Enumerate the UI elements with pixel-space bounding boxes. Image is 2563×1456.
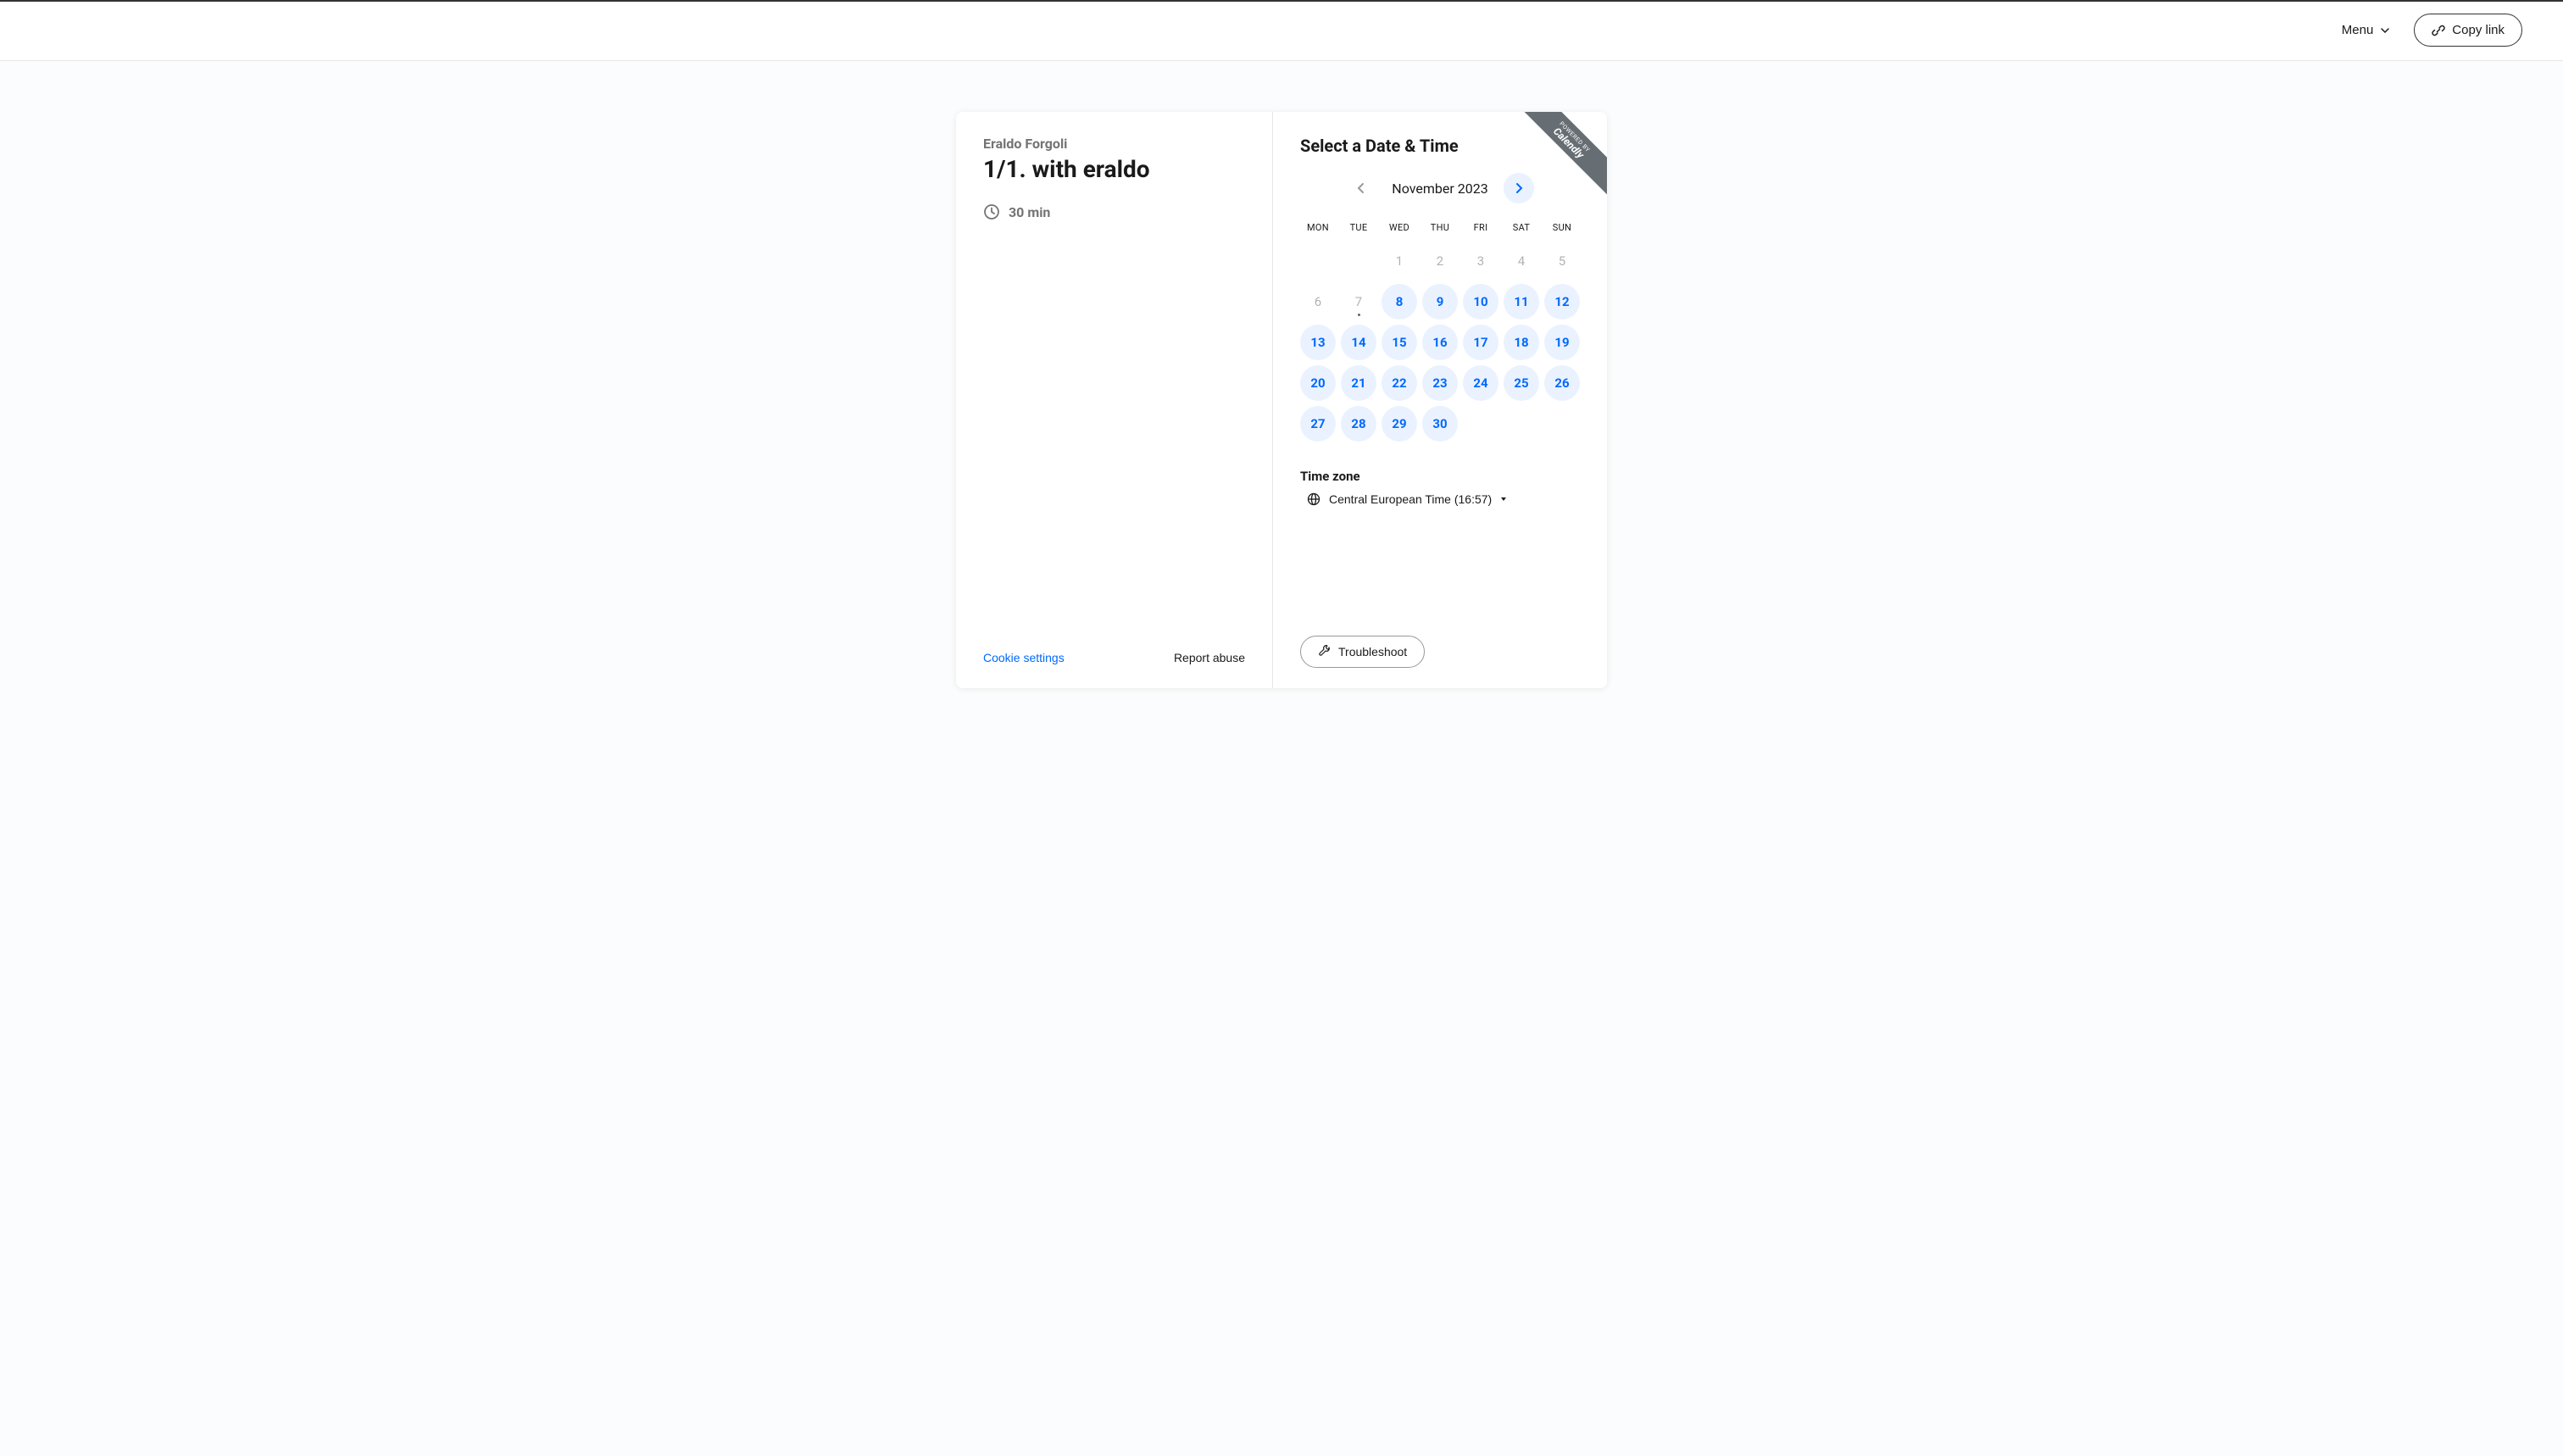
topbar-border	[0, 0, 2563, 2]
clock-icon	[983, 203, 1000, 220]
day-23[interactable]: 23	[1422, 365, 1458, 401]
day-header: THU	[1422, 217, 1458, 238]
calendar-grid: MONTUEWEDTHUFRISATSUN1234567891011121314…	[1300, 217, 1580, 442]
host-name: Eraldo Forgoli	[983, 136, 1245, 152]
select-date-title: Select a Date & Time	[1300, 136, 1580, 156]
day-12[interactable]: 12	[1544, 284, 1580, 320]
main-container: Eraldo Forgoli 1/1. with eraldo 30 min C…	[0, 61, 2563, 722]
booking-card: Eraldo Forgoli 1/1. with eraldo 30 min C…	[956, 112, 1607, 688]
day-24[interactable]: 24	[1463, 365, 1498, 401]
timezone-value: Central European Time (16:57)	[1329, 492, 1492, 506]
date-picker-panel: Select a Date & Time November 2023 MONTU…	[1273, 112, 1607, 688]
day-25[interactable]: 25	[1504, 365, 1539, 401]
timezone-section: Time zone Central European Time (16:57)	[1300, 469, 1580, 506]
timezone-label: Time zone	[1300, 469, 1580, 484]
day-17[interactable]: 17	[1463, 325, 1498, 360]
day-14[interactable]: 14	[1341, 325, 1376, 360]
day-27[interactable]: 27	[1300, 406, 1336, 442]
day-header: SUN	[1544, 217, 1580, 238]
month-navigation: November 2023	[1300, 173, 1580, 203]
report-abuse-link[interactable]: Report abuse	[1174, 651, 1245, 664]
day-22[interactable]: 22	[1382, 365, 1417, 401]
duration-row: 30 min	[983, 203, 1245, 220]
day-30[interactable]: 30	[1422, 406, 1458, 442]
month-label: November 2023	[1392, 181, 1487, 197]
day-header: SAT	[1504, 217, 1539, 238]
day-header: MON	[1300, 217, 1336, 238]
cookie-settings-link[interactable]: Cookie settings	[983, 651, 1065, 664]
day-18[interactable]: 18	[1504, 325, 1539, 360]
day-28[interactable]: 28	[1341, 406, 1376, 442]
topbar: Menu Copy link	[0, 0, 2563, 61]
day-11[interactable]: 11	[1504, 284, 1539, 320]
right-footer: Troubleshoot	[1300, 636, 1580, 668]
day-8[interactable]: 8	[1382, 284, 1417, 320]
event-details-panel: Eraldo Forgoli 1/1. with eraldo 30 min C…	[956, 112, 1273, 688]
day-16[interactable]: 16	[1422, 325, 1458, 360]
day-2: 2	[1422, 243, 1458, 279]
timezone-selector[interactable]: Central European Time (16:57)	[1307, 492, 1507, 506]
day-4: 4	[1504, 243, 1539, 279]
event-title: 1/1. with eraldo	[983, 155, 1245, 183]
day-20[interactable]: 20	[1300, 365, 1336, 401]
link-icon	[2432, 24, 2445, 37]
day-26[interactable]: 26	[1544, 365, 1580, 401]
day-19[interactable]: 19	[1544, 325, 1580, 360]
left-footer: Cookie settings Report abuse	[983, 651, 1245, 664]
menu-button[interactable]: Menu	[2332, 16, 2401, 44]
day-13[interactable]: 13	[1300, 325, 1336, 360]
chevron-right-icon	[1513, 182, 1525, 194]
day-21[interactable]: 21	[1341, 365, 1376, 401]
next-month-button[interactable]	[1504, 173, 1534, 203]
day-29[interactable]: 29	[1382, 406, 1417, 442]
day-6: 6	[1300, 284, 1336, 320]
menu-label: Menu	[2342, 23, 2374, 37]
copy-link-label: Copy link	[2452, 23, 2505, 37]
caret-down-icon	[1500, 496, 1507, 503]
day-9[interactable]: 9	[1422, 284, 1458, 320]
day-10[interactable]: 10	[1463, 284, 1498, 320]
duration-text: 30 min	[1009, 204, 1050, 220]
day-3: 3	[1463, 243, 1498, 279]
globe-icon	[1307, 492, 1320, 506]
day-1: 1	[1382, 243, 1417, 279]
copy-link-button[interactable]: Copy link	[2414, 14, 2522, 47]
day-header: TUE	[1341, 217, 1376, 238]
day-header: FRI	[1463, 217, 1498, 238]
troubleshoot-button[interactable]: Troubleshoot	[1300, 636, 1425, 668]
chevron-left-icon	[1355, 182, 1367, 194]
day-header: WED	[1382, 217, 1417, 238]
day-5: 5	[1544, 243, 1580, 279]
troubleshoot-label: Troubleshoot	[1338, 645, 1407, 659]
chevron-down-icon	[2380, 25, 2390, 36]
prev-month-button[interactable]	[1346, 173, 1376, 203]
day-15[interactable]: 15	[1382, 325, 1417, 360]
wrench-icon	[1318, 645, 1332, 659]
day-7: 7	[1341, 284, 1376, 320]
